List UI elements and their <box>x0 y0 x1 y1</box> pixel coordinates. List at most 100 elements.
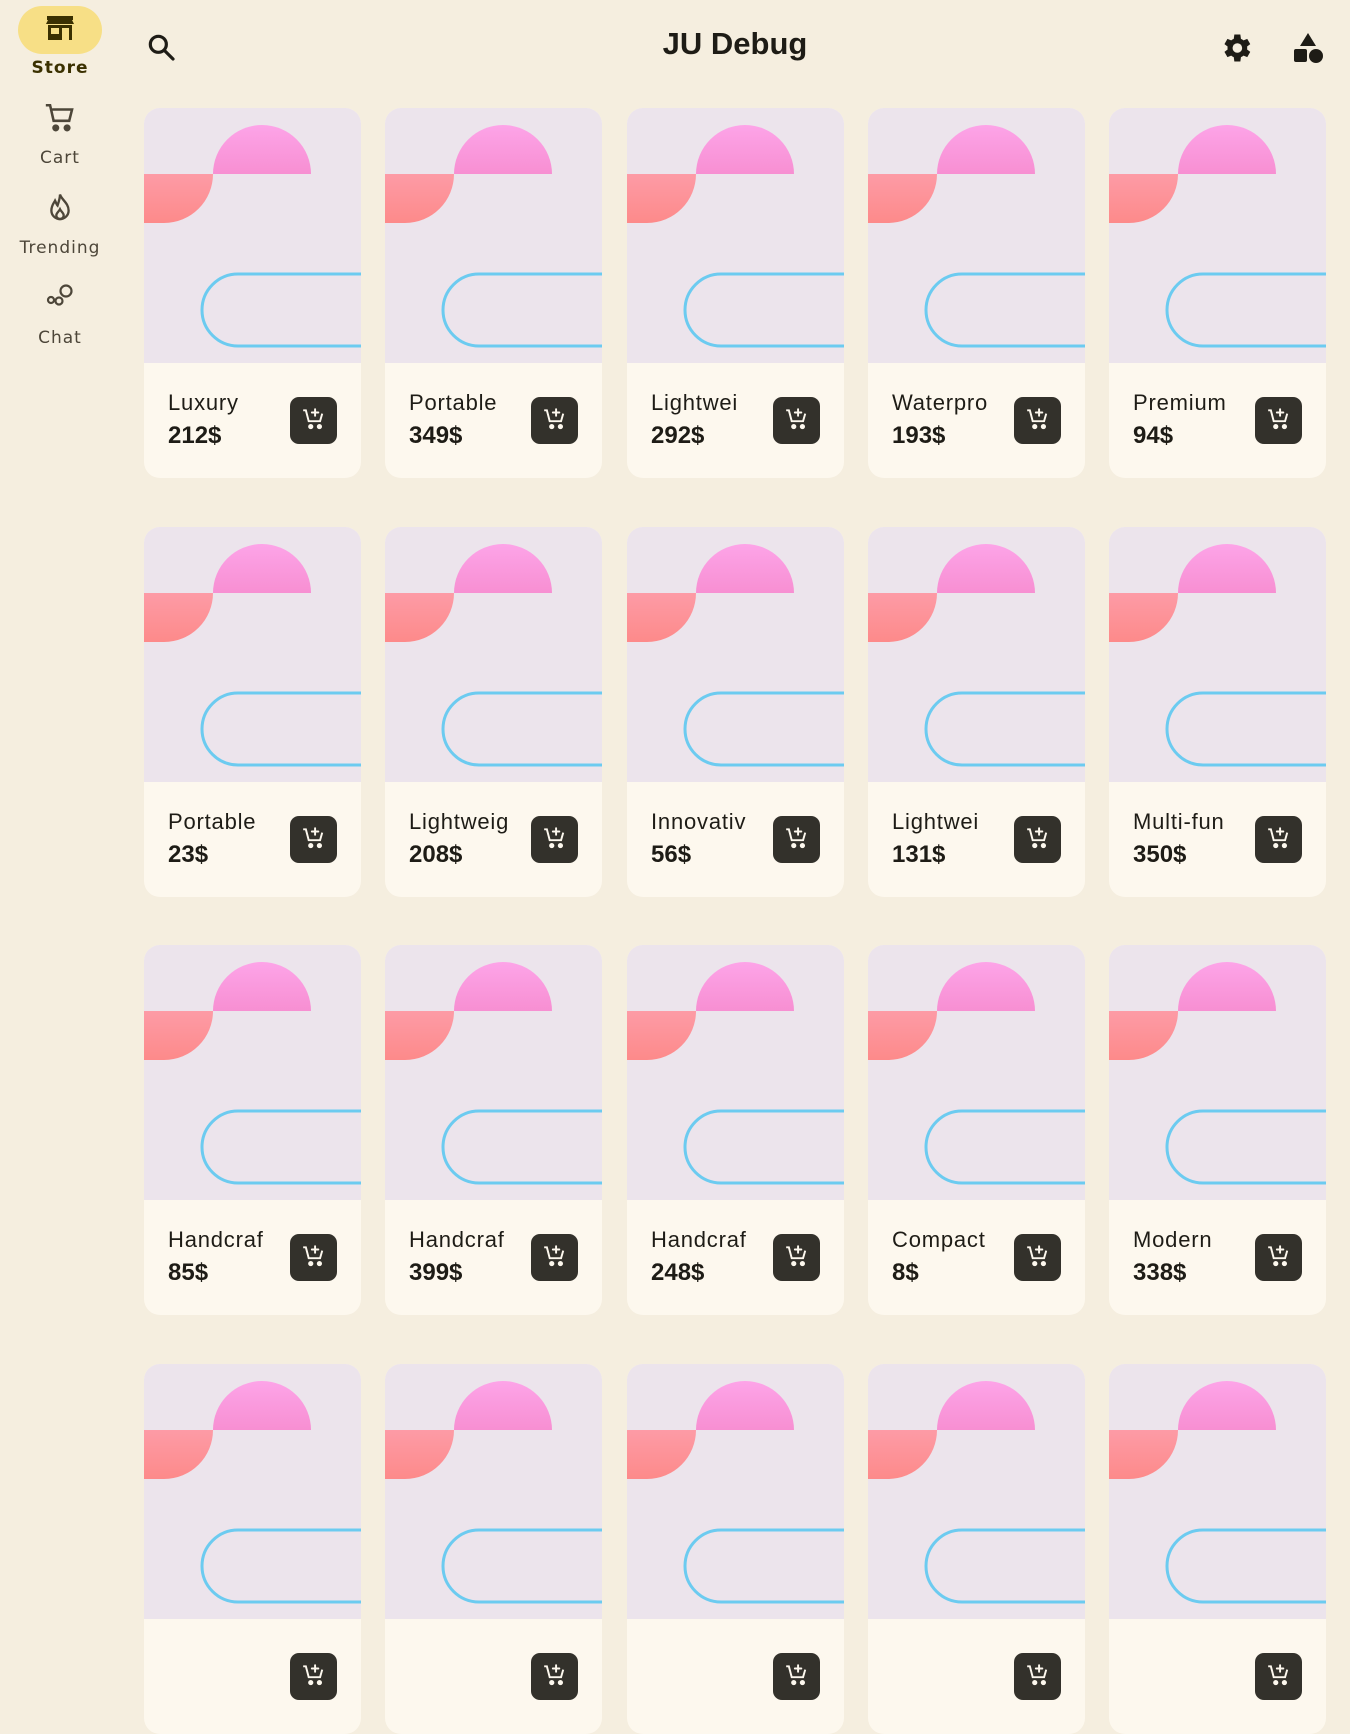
nav-item-cart[interactable]: Cart <box>0 96 120 176</box>
add-to-cart-button[interactable] <box>531 397 578 444</box>
product-card[interactable]: Portable 23$ <box>144 527 361 897</box>
product-image <box>868 1364 1085 1619</box>
product-price: 56$ <box>651 841 692 868</box>
product-card[interactable]: Waterpro 193$ <box>868 108 1085 478</box>
trending-icon <box>45 192 75 228</box>
product-image <box>1109 945 1326 1200</box>
product-image <box>144 945 361 1200</box>
add-to-cart-button[interactable] <box>290 816 337 863</box>
add-shopping-cart-icon <box>784 825 810 855</box>
product-name: Handcraf <box>409 1227 505 1252</box>
add-to-cart-button[interactable] <box>290 1234 337 1281</box>
product-image <box>627 1364 844 1619</box>
product-card[interactable]: Portable 349$ <box>385 108 602 478</box>
product-card[interactable] <box>1109 1364 1326 1734</box>
add-shopping-cart-icon <box>301 1243 327 1273</box>
product-price: 349$ <box>409 422 463 449</box>
nav-item-chat[interactable]: Chat <box>0 276 120 356</box>
product-image <box>385 527 602 782</box>
product-card[interactable]: Handcraf 248$ <box>627 945 844 1315</box>
add-to-cart-button[interactable] <box>773 1653 820 1700</box>
search-button[interactable] <box>145 31 177 63</box>
add-shopping-cart-icon <box>1025 1662 1051 1692</box>
add-shopping-cart-icon <box>301 406 327 436</box>
add-to-cart-button[interactable] <box>1255 1234 1302 1281</box>
search-icon <box>145 34 177 67</box>
add-to-cart-button[interactable] <box>1014 816 1061 863</box>
product-card[interactable]: Multi-fun 350$ <box>1109 527 1326 897</box>
product-name: Multi-fun <box>1133 809 1225 834</box>
product-image <box>868 527 1085 782</box>
add-to-cart-button[interactable] <box>1255 816 1302 863</box>
add-shopping-cart-icon <box>1025 406 1051 436</box>
add-to-cart-button[interactable] <box>1014 1234 1061 1281</box>
add-to-cart-button[interactable] <box>290 397 337 444</box>
nav-item-trending[interactable]: Trending <box>0 186 120 266</box>
product-name: Lightwei <box>651 390 739 415</box>
add-to-cart-button[interactable] <box>773 816 820 863</box>
product-name: Luxury <box>168 390 239 415</box>
product-image <box>627 527 844 782</box>
active-indicator <box>18 6 102 54</box>
nav-item-store[interactable]: Store <box>0 6 120 86</box>
product-card[interactable]: Luxury 212$ <box>144 108 361 478</box>
add-to-cart-button[interactable] <box>1255 1653 1302 1700</box>
product-card[interactable]: Modern 338$ <box>1109 945 1326 1315</box>
shapes-icon <box>1290 33 1326 70</box>
product-name: Premium <box>1133 390 1227 415</box>
add-shopping-cart-icon <box>784 1243 810 1273</box>
product-card[interactable]: Handcraf 399$ <box>385 945 602 1315</box>
product-image <box>385 1364 602 1619</box>
add-shopping-cart-icon <box>1266 406 1292 436</box>
product-card[interactable]: Lightweig 208$ <box>385 527 602 897</box>
product-card[interactable]: Innovativ 56$ <box>627 527 844 897</box>
add-to-cart-button[interactable] <box>531 816 578 863</box>
product-image <box>385 108 602 363</box>
add-to-cart-button[interactable] <box>531 1653 578 1700</box>
page-title: JU Debug <box>662 26 808 61</box>
chat-icon <box>44 282 76 318</box>
product-card[interactable]: Compact 8$ <box>868 945 1085 1315</box>
product-name: Handcraf <box>651 1227 747 1252</box>
add-shopping-cart-icon <box>301 1662 327 1692</box>
product-price: 292$ <box>651 422 705 449</box>
product-image <box>868 108 1085 363</box>
product-price: 94$ <box>1133 422 1174 449</box>
store-icon <box>45 14 75 46</box>
product-price: 8$ <box>892 1259 919 1286</box>
add-to-cart-button[interactable] <box>773 1234 820 1281</box>
add-to-cart-button[interactable] <box>1014 1653 1061 1700</box>
settings-button[interactable] <box>1218 30 1254 66</box>
product-card[interactable]: Lightwei 131$ <box>868 527 1085 897</box>
product-card[interactable] <box>144 1364 361 1734</box>
product-price: 85$ <box>168 1259 209 1286</box>
product-name: Modern <box>1133 1227 1213 1252</box>
add-to-cart-button[interactable] <box>1255 397 1302 444</box>
product-card[interactable]: Lightwei 292$ <box>627 108 844 478</box>
add-to-cart-button[interactable] <box>290 1653 337 1700</box>
product-card[interactable] <box>868 1364 1085 1734</box>
product-price: 338$ <box>1133 1259 1187 1286</box>
add-to-cart-button[interactable] <box>1014 397 1061 444</box>
product-card[interactable] <box>627 1364 844 1734</box>
product-card[interactable]: Handcraf 85$ <box>144 945 361 1315</box>
theme-button[interactable] <box>1290 30 1326 66</box>
nav-label-chat: Chat <box>38 328 82 348</box>
product-image <box>385 945 602 1200</box>
product-image <box>627 108 844 363</box>
product-name: Portable <box>409 390 498 415</box>
product-image <box>144 1364 361 1619</box>
product-name: Handcraf <box>168 1227 264 1252</box>
add-shopping-cart-icon <box>542 825 568 855</box>
product-image <box>627 945 844 1200</box>
product-price: 248$ <box>651 1259 705 1286</box>
product-card[interactable] <box>385 1364 602 1734</box>
add-shopping-cart-icon <box>784 406 810 436</box>
add-shopping-cart-icon <box>301 825 327 855</box>
nav-label-cart: Cart <box>40 148 80 168</box>
add-to-cart-button[interactable] <box>773 397 820 444</box>
product-price: 350$ <box>1133 841 1187 868</box>
add-to-cart-button[interactable] <box>531 1234 578 1281</box>
product-price: 212$ <box>168 422 222 449</box>
product-card[interactable]: Premium 94$ <box>1109 108 1326 478</box>
